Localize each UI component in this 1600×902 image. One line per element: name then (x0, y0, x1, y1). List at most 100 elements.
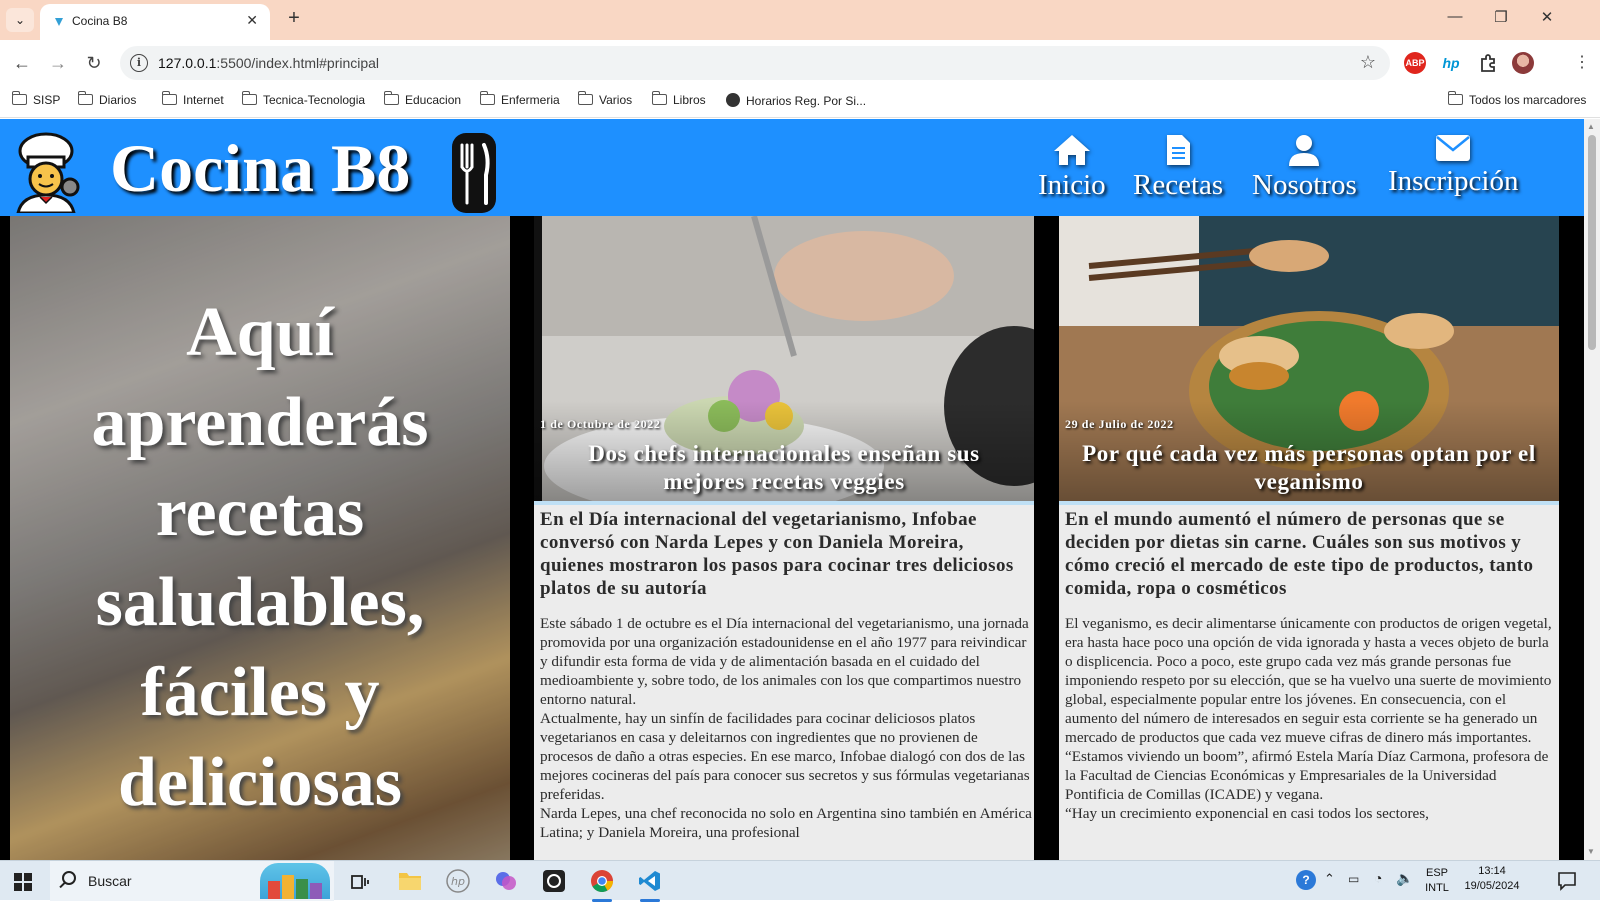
svg-text:hp: hp (451, 875, 465, 888)
nav-nosotros[interactable]: Nosotros (1252, 133, 1357, 202)
forward-icon[interactable]: → (46, 51, 70, 75)
news-card[interactable]: 1 de Octubre de 2022 Dos chefs internaci… (534, 216, 1034, 860)
battery-icon[interactable]: ▭ (1348, 872, 1359, 886)
card-paragraph: El veganismo, es decir alimentarse única… (1065, 615, 1552, 746)
profile-avatar[interactable] (1512, 52, 1534, 74)
bookmarks-bar: SISP Diarios Internet Tecnica-Tecnologia… (0, 86, 1600, 118)
nav-recetas[interactable]: Recetas (1133, 133, 1223, 202)
hero-banner: Aquí aprenderás recetas saludables, fáci… (10, 216, 510, 860)
document-icon (1167, 135, 1191, 165)
card-paragraph: Actualmente, hay un sinfín de facilidade… (540, 710, 1030, 803)
bookmark-libros[interactable]: Libros (651, 91, 706, 111)
extensions-puzzle-icon[interactable] (1478, 53, 1498, 73)
bookmark-star-icon[interactable]: ☆ (1360, 52, 1376, 73)
maximize-button[interactable]: ❐ (1486, 8, 1516, 26)
bookmark-internet[interactable]: Internet (161, 91, 224, 111)
card-date: 1 de Octubre de 2022 (540, 417, 661, 431)
help-icon[interactable]: ? (1296, 870, 1316, 890)
scroll-thumb[interactable] (1588, 135, 1596, 350)
search-icon (62, 871, 76, 885)
search-highlight-art (260, 863, 330, 899)
card-divider (534, 501, 1034, 505)
bookmark-enfermeria[interactable]: Enfermeria (479, 91, 560, 111)
show-hidden-icons-icon[interactable]: ⌃ (1324, 871, 1335, 887)
wifi-icon[interactable]: ◔ (1374, 870, 1382, 886)
folder-icon (241, 91, 257, 105)
windows-taskbar: Buscar hp ? ⌃ ▭ ◔ 🔈 ESP INTL 13:14 19/05… (0, 860, 1600, 902)
task-view-icon[interactable] (340, 866, 380, 898)
bookmark-educacion[interactable]: Educacion (383, 91, 461, 111)
nav-inicio[interactable]: Inicio (1038, 133, 1106, 202)
folder-icon (11, 91, 27, 105)
close-tab-icon[interactable]: ✕ (246, 12, 258, 29)
bookmark-sisp[interactable]: SISP (11, 91, 60, 111)
hp-app-icon[interactable]: hp (438, 866, 478, 898)
card-paragraph: Narda Lepes, una chef reconocida no solo… (540, 805, 1032, 841)
notifications-icon[interactable] (1557, 871, 1577, 891)
page-scrollbar[interactable]: ▲ ▼ (1584, 119, 1600, 860)
bookmark-varios[interactable]: Varios (577, 91, 632, 111)
news-card[interactable]: 29 de Julio de 2022 Por qué cada vez más… (1059, 216, 1559, 860)
globe-icon (726, 93, 740, 107)
envelope-icon (1436, 135, 1471, 161)
url-text[interactable]: 127.0.0.1:5500/index.html#principal (158, 55, 379, 71)
folder-icon (1447, 91, 1463, 105)
chrome-icon[interactable] (582, 866, 622, 902)
hp-icon[interactable]: hp (1440, 52, 1462, 74)
site-info-icon[interactable]: i (130, 54, 148, 72)
folder-icon (651, 91, 667, 105)
browser-menu-icon[interactable]: ⋮ (1570, 51, 1594, 75)
bookmark-horarios[interactable]: Horarios Reg. Por Si... (726, 93, 866, 111)
card-subtitle: En el mundo aumentó el número de persona… (1065, 509, 1534, 599)
minimize-button[interactable]: — (1440, 8, 1470, 25)
card-date: 29 de Julio de 2022 (1065, 417, 1174, 431)
hero-text: Aquí aprenderás recetas saludables, fáci… (91, 294, 429, 821)
file-explorer-icon[interactable] (390, 866, 430, 898)
card-divider (1059, 501, 1559, 505)
card-paragraph: “Estamos viviendo un boom”, afirmó Estel… (1065, 748, 1549, 803)
close-window-button[interactable]: ✕ (1532, 8, 1562, 26)
obs-icon[interactable] (534, 866, 574, 898)
page-viewport: Cocina B8 Inicio Recetas Nosotros Inscri… (0, 119, 1584, 860)
copilot-icon[interactable] (486, 866, 526, 898)
site-header: Cocina B8 Inicio Recetas Nosotros Inscri… (0, 119, 1584, 216)
card-body: El veganismo, es decir alimentarse única… (1065, 614, 1557, 823)
card-paragraph: Este sábado 1 de octubre es el Día inter… (540, 615, 1029, 708)
tab-strip: ⌄ Cocina B8 ✕ + — ❐ ✕ (0, 0, 1600, 40)
reload-icon[interactable]: ↻ (82, 51, 106, 75)
back-icon[interactable]: ← (10, 51, 34, 75)
nav-inscripcion[interactable]: Inscripción (1388, 133, 1518, 198)
language-indicator[interactable]: ESP INTL (1420, 867, 1454, 894)
chef-logo-icon (16, 132, 80, 213)
tab-title: Cocina B8 (72, 14, 128, 28)
card-subtitle: En el Día internacional del vegetarianis… (540, 509, 1014, 599)
home-icon (1053, 135, 1090, 165)
user-icon (1289, 135, 1320, 166)
bookmark-tecnica-tecnologia[interactable]: Tecnica-Tecnologia (241, 91, 365, 111)
card-title[interactable]: Dos chefs internacionales enseñan sus me… (534, 440, 1034, 496)
vscode-icon[interactable] (630, 866, 670, 902)
folder-icon (479, 91, 495, 105)
volume-icon[interactable]: 🔈 (1396, 870, 1413, 887)
bookmark-diarios[interactable]: Diarios (77, 91, 136, 111)
browser-toolbar: ← → ↻ i 127.0.0.1:5500/index.html#princi… (0, 40, 1600, 86)
taskbar-search-text: Buscar (88, 873, 132, 889)
windows-start-icon[interactable] (14, 873, 32, 891)
new-tab-button[interactable]: + (282, 7, 306, 30)
scroll-up-icon[interactable]: ▲ (1587, 122, 1595, 131)
abp-icon[interactable]: ABP (1404, 52, 1426, 74)
folder-icon (577, 91, 593, 105)
tab-search-button[interactable]: ⌄ (6, 8, 34, 32)
scroll-down-icon[interactable]: ▼ (1587, 847, 1595, 856)
clock[interactable]: 13:14 19/05/2024 (1460, 865, 1524, 892)
card-title[interactable]: Por qué cada vez más personas optan por … (1059, 440, 1559, 496)
card-paragraph: “Hay un crecimiento exponencial en casi … (1065, 805, 1429, 822)
all-bookmarks[interactable]: Todos los marcadores (1447, 91, 1586, 111)
address-bar[interactable]: i 127.0.0.1:5500/index.html#principal ☆ (120, 46, 1390, 80)
folder-icon (161, 91, 177, 105)
taskbar-search[interactable]: Buscar (50, 861, 334, 901)
fork-knife-icon (452, 133, 496, 213)
favicon-icon (55, 18, 63, 26)
active-tab[interactable]: Cocina B8 ✕ (40, 4, 270, 40)
folder-icon (383, 91, 399, 105)
